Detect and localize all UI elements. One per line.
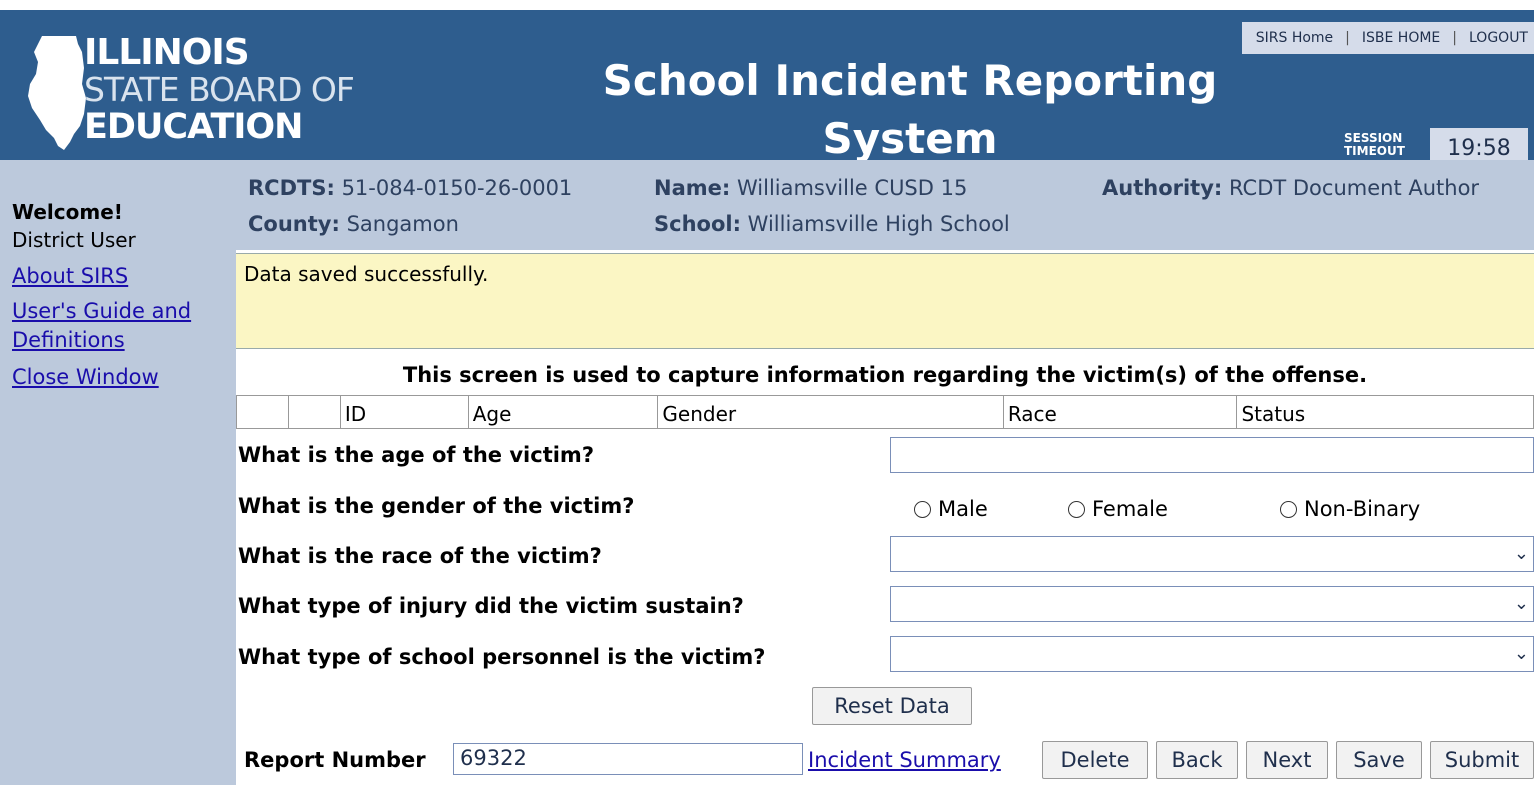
screen-instructions: This screen is used to capture informati… <box>402 363 1368 387</box>
name-value: Williamsville CUSD 15 <box>736 176 968 200</box>
top-links: SIRS Home | ISBE HOME | LOGOUT <box>1241 22 1534 54</box>
users-guide-link[interactable]: User's Guide and <box>12 297 191 326</box>
report-number-field[interactable]: 69322 <box>453 743 803 775</box>
school-value: Williamsville High School <box>747 212 1010 236</box>
reset-data-button[interactable]: Reset Data <box>812 687 972 725</box>
personnel-question: What type of school personnel is the vic… <box>238 645 766 669</box>
report-number-label: Report Number <box>244 748 426 772</box>
logo-text-illinois: ILLINOIS <box>84 32 250 73</box>
age-input[interactable] <box>890 437 1534 473</box>
back-button[interactable]: Back <box>1156 741 1238 779</box>
authority-label: Authority: <box>1102 176 1223 200</box>
about-sirs-link[interactable]: About SIRS <box>12 262 128 291</box>
gender-radio-female[interactable]: Female <box>1068 497 1168 521</box>
grid-col-select <box>237 396 289 428</box>
radio-label-female: Female <box>1092 497 1168 521</box>
gender-radio-non-binary[interactable]: Non-Binary <box>1280 497 1420 521</box>
header-banner: ILLINOIS STATE BOARD OF EDUCATION School… <box>0 10 1534 168</box>
next-button[interactable]: Next <box>1246 741 1328 779</box>
radio-circle[interactable] <box>914 500 931 518</box>
logout-link[interactable]: LOGOUT <box>1469 30 1528 46</box>
grid-col-gender: Gender <box>658 396 1004 428</box>
personnel-select[interactable]: ⌄ <box>890 636 1534 672</box>
grid-col-age: Age <box>469 396 659 428</box>
save-button[interactable]: Save <box>1336 741 1422 779</box>
chevron-down-icon: ⌄ <box>1513 643 1529 664</box>
grid-col-id: ID <box>341 396 469 428</box>
welcome-text: Welcome! <box>12 200 123 224</box>
sirs-home-link[interactable]: SIRS Home <box>1256 30 1333 46</box>
session-timeout-label: SESSION TIMEOUT <box>1344 132 1405 158</box>
grid-col-action <box>289 396 341 428</box>
school-info-bar: RCDTS: 51-084-0150-26-0001 Name: William… <box>236 160 1534 250</box>
victims-grid-header: ID Age Gender Race Status <box>236 395 1534 429</box>
definitions-link[interactable]: Definitions <box>12 326 125 355</box>
radio-circle[interactable] <box>1068 500 1085 518</box>
logo-text-state-board: STATE BOARD OF <box>84 70 355 109</box>
grid-col-status: Status <box>1241 402 1306 426</box>
rcdts-info: RCDTS: 51-084-0150-26-0001 <box>248 176 572 200</box>
grid-col-race: Race <box>1004 396 1238 428</box>
race-question: What is the race of the victim? <box>238 544 602 568</box>
name-label: Name: <box>654 176 731 200</box>
status-message-box[interactable]: Data saved successfully. <box>236 253 1534 349</box>
delete-button[interactable]: Delete <box>1042 741 1148 779</box>
isbe-logo[interactable]: ILLINOIS STATE BOARD OF EDUCATION <box>22 34 402 154</box>
chevron-down-icon: ⌄ <box>1513 543 1529 564</box>
gender-radio-male[interactable]: Male <box>914 497 988 521</box>
incident-summary-link[interactable]: Incident Summary <box>808 748 1001 772</box>
injury-select[interactable]: ⌄ <box>890 586 1534 622</box>
submit-button[interactable]: Submit <box>1430 741 1534 779</box>
name-info: Name: Williamsville CUSD 15 <box>654 176 967 200</box>
top-strip <box>0 0 1534 10</box>
session-label-line2: TIMEOUT <box>1344 144 1405 158</box>
radio-label-male: Male <box>938 497 988 521</box>
gender-question: What is the gender of the victim? <box>238 494 635 518</box>
rcdts-value: 51-084-0150-26-0001 <box>341 176 573 200</box>
close-window-link[interactable]: Close Window <box>12 363 159 392</box>
separator: | <box>1345 30 1350 46</box>
rcdts-label: RCDTS: <box>248 176 335 200</box>
county-value: Sangamon <box>346 212 459 236</box>
authority-info: Authority: RCDT Document Author <box>1102 176 1479 200</box>
school-label: School: <box>654 212 741 236</box>
race-select[interactable]: ⌄ <box>890 536 1534 572</box>
isbe-home-link[interactable]: ISBE HOME <box>1362 30 1440 46</box>
county-label: County: <box>248 212 340 236</box>
school-info: School: Williamsville High School <box>654 212 1010 236</box>
radio-label-non-binary: Non-Binary <box>1304 497 1421 521</box>
county-info: County: Sangamon <box>248 212 459 236</box>
chevron-down-icon: ⌄ <box>1513 593 1529 614</box>
user-role: District User <box>12 228 136 252</box>
authority-value: RCDT Document Author <box>1229 176 1480 200</box>
page-title-line1: School Incident Reporting <box>602 56 1218 105</box>
page-title: School Incident Reporting System <box>520 52 1300 168</box>
separator: | <box>1452 30 1457 46</box>
logo-text-education: EDUCATION <box>84 107 303 147</box>
sidebar: Welcome! District User About SIRS User's… <box>0 160 236 785</box>
injury-question: What type of injury did the victim susta… <box>238 594 744 618</box>
age-question: What is the age of the victim? <box>238 443 594 467</box>
radio-circle[interactable] <box>1280 500 1297 518</box>
